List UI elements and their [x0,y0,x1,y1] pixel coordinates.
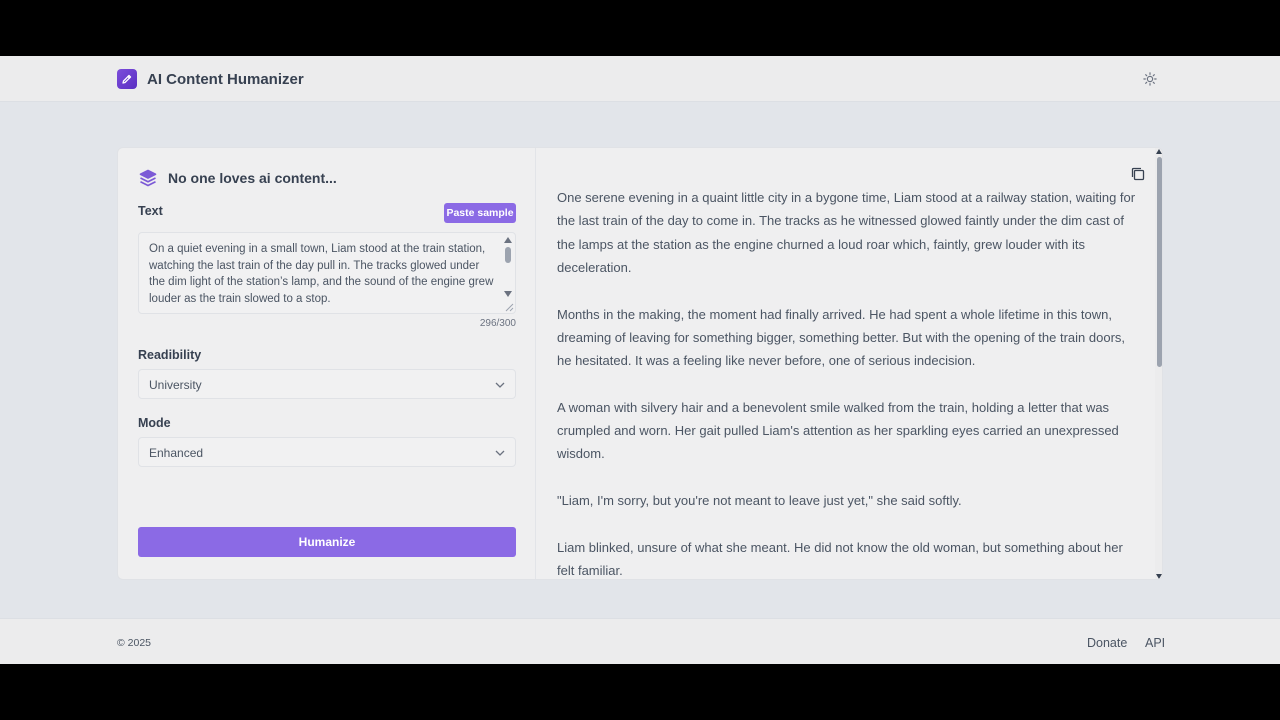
readability-label: Readibility [138,348,202,362]
donate-link[interactable]: Donate [1087,636,1127,650]
pencil-icon [117,69,137,89]
scroll-down-icon[interactable] [504,291,512,297]
text-input-value: On a quiet evening in a small town, Liam… [149,243,494,306]
humanizer-card: No one loves ai content... Text Paste sa… [117,147,1163,580]
readability-select[interactable]: University [138,369,516,399]
mode-label: Mode [138,416,171,430]
output-paragraph: Liam blinked, unsure of what she meant. … [557,539,1123,579]
api-link[interactable]: API [1145,636,1165,650]
panel-title: No one loves ai content... [168,170,337,186]
humanize-button[interactable]: Humanize [138,527,516,557]
output-paragraph: "Liam, I'm sorry, but you're not meant t… [557,493,962,509]
sun-icon[interactable] [1141,70,1159,88]
copy-icon[interactable] [1130,166,1146,182]
output-text: One serene evening in a quaint little ci… [557,186,1137,579]
readability-value: University [149,378,202,392]
output-scrollbar[interactable] [1155,148,1162,579]
layers-icon [139,169,157,187]
footer: © 2025 Donate API [0,618,1280,664]
scroll-up-icon[interactable] [1156,149,1162,154]
panel-header: No one loves ai content... [138,168,337,188]
text-input[interactable]: On a quiet evening in a small town, Liam… [138,232,516,314]
textarea-scrollbar[interactable] [503,235,513,299]
output-paragraph: A woman with silvery hair and a benevole… [557,399,1119,462]
scroll-up-icon[interactable] [504,237,512,243]
char-count: 296/300 [479,318,516,329]
input-panel: No one loves ai content... Text Paste sa… [118,148,536,579]
app-title: AI Content Humanizer [147,71,304,88]
chevron-down-icon [495,450,505,456]
copyright: © 2025 [117,637,152,649]
scroll-thumb[interactable] [505,247,511,263]
resize-handle-icon[interactable] [504,302,514,312]
scroll-thumb[interactable] [1157,157,1162,367]
mode-select[interactable]: Enhanced [138,437,516,467]
output-paragraph: One serene evening in a quaint little ci… [557,190,1136,275]
text-label: Text [138,204,163,218]
header: AI Content Humanizer [0,56,1280,102]
output-paragraph: Months in the making, the moment had fin… [557,306,1126,369]
mode-value: Enhanced [149,446,204,460]
output-panel: One serene evening in a quaint little ci… [537,148,1155,579]
paste-sample-button[interactable]: Paste sample [444,203,516,223]
app-root: AI Content Humanizer No one loves ai con… [0,56,1280,664]
chevron-down-icon [495,382,505,388]
scroll-down-icon[interactable] [1156,574,1162,579]
